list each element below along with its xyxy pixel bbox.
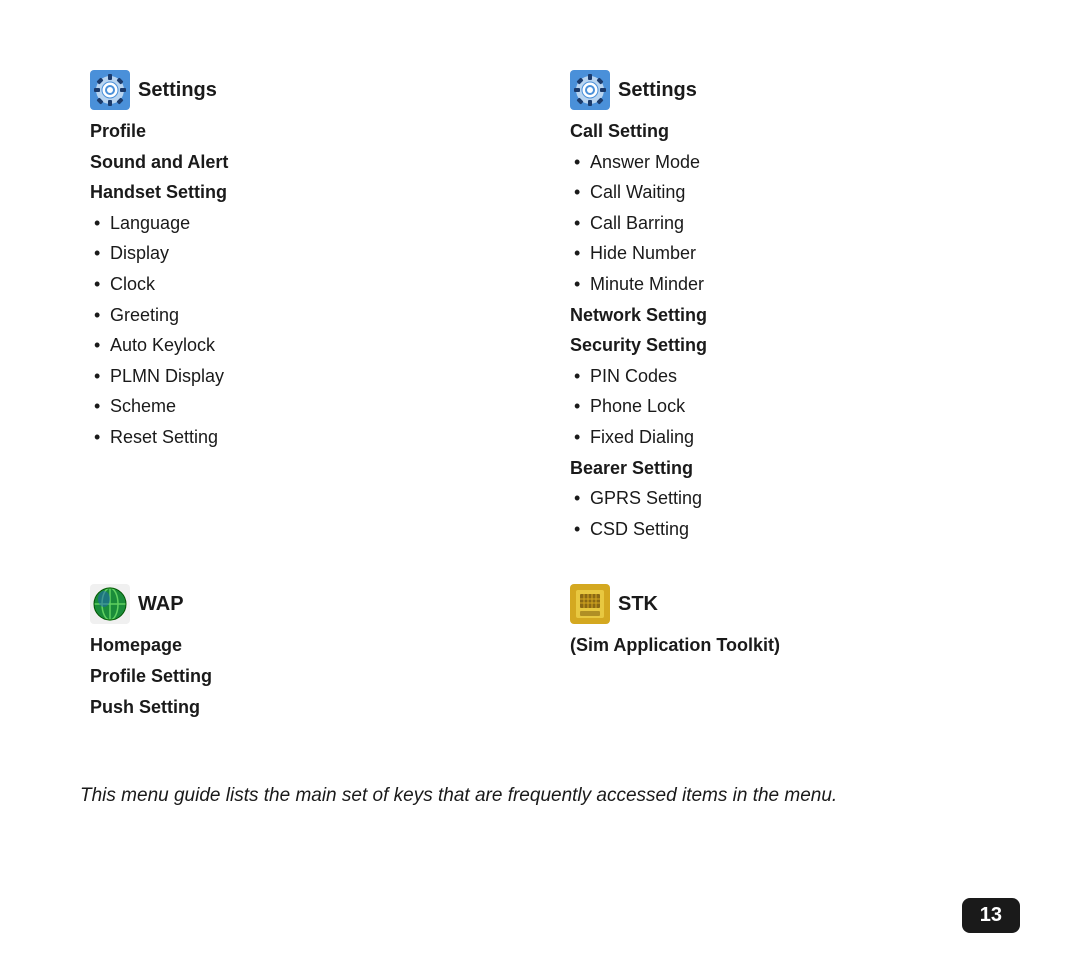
push-setting-item: Push Setting xyxy=(90,692,510,723)
list-item: Call Waiting xyxy=(570,177,990,208)
list-item: Clock xyxy=(90,269,510,300)
list-item: CSD Setting xyxy=(570,514,990,545)
settings-left-title: Settings xyxy=(138,79,217,102)
list-item: Language xyxy=(90,208,510,239)
call-items-list: Answer Mode Call Waiting Call Barring Hi… xyxy=(570,147,990,300)
list-item: Reset Setting xyxy=(90,422,510,453)
stk-body: (Sim Application Toolkit) xyxy=(570,630,990,661)
network-setting-category: Network Setting xyxy=(570,300,990,331)
wap-icon xyxy=(90,584,130,624)
wap-title: WAP xyxy=(138,593,184,616)
settings-right-body: Call Setting Answer Mode Call Waiting Ca… xyxy=(570,116,990,544)
handset-items-list: Language Display Clock Greeting Auto Key… xyxy=(90,208,510,453)
list-item: Auto Keylock xyxy=(90,330,510,361)
profile-setting-item: Profile Setting xyxy=(90,661,510,692)
handset-setting-category: Handset Setting xyxy=(90,177,510,208)
sound-alert-category: Sound and Alert xyxy=(90,147,510,178)
security-items-list: PIN Codes Phone Lock Fixed Dialing xyxy=(570,361,990,453)
bearer-setting-category: Bearer Setting xyxy=(570,453,990,484)
footer-note: This menu guide lists the main set of ke… xyxy=(80,782,1000,811)
list-item: PIN Codes xyxy=(570,361,990,392)
list-item: Minute Minder xyxy=(570,269,990,300)
list-item: Phone Lock xyxy=(570,391,990,422)
wap-section: WAP Homepage Profile Setting Push Settin… xyxy=(80,574,520,732)
wap-header: WAP xyxy=(90,584,510,624)
stk-section: STK (Sim Application Toolkit) xyxy=(560,574,1000,732)
list-item: GPRS Setting xyxy=(570,483,990,514)
settings-right-title: Settings xyxy=(618,79,697,102)
homepage-item: Homepage xyxy=(90,630,510,661)
security-setting-category: Security Setting xyxy=(570,330,990,361)
settings-left-section: Settings Profile Sound and Alert Handset… xyxy=(80,60,520,554)
call-setting-category: Call Setting xyxy=(570,116,990,147)
settings-right-icon xyxy=(570,70,610,110)
stk-icon xyxy=(570,584,610,624)
profile-category: Profile xyxy=(90,116,510,147)
stk-title: STK xyxy=(618,593,658,616)
list-item: Fixed Dialing xyxy=(570,422,990,453)
page-number: 13 xyxy=(962,898,1020,933)
list-item: PLMN Display xyxy=(90,361,510,392)
settings-left-body: Profile Sound and Alert Handset Setting … xyxy=(90,116,510,453)
stk-header: STK xyxy=(570,584,990,624)
list-item: Call Barring xyxy=(570,208,990,239)
settings-right-section: Settings Call Setting Answer Mode Call W… xyxy=(560,60,1000,554)
list-item: Answer Mode xyxy=(570,147,990,178)
list-item: Scheme xyxy=(90,391,510,422)
settings-right-header: Settings xyxy=(570,70,990,110)
stk-subtitle: (Sim Application Toolkit) xyxy=(570,630,990,661)
list-item: Greeting xyxy=(90,300,510,331)
wap-body: Homepage Profile Setting Push Setting xyxy=(90,630,510,722)
list-item: Display xyxy=(90,238,510,269)
settings-left-icon xyxy=(90,70,130,110)
bearer-items-list: GPRS Setting CSD Setting xyxy=(570,483,990,544)
list-item: Hide Number xyxy=(570,238,990,269)
settings-left-header: Settings xyxy=(90,70,510,110)
